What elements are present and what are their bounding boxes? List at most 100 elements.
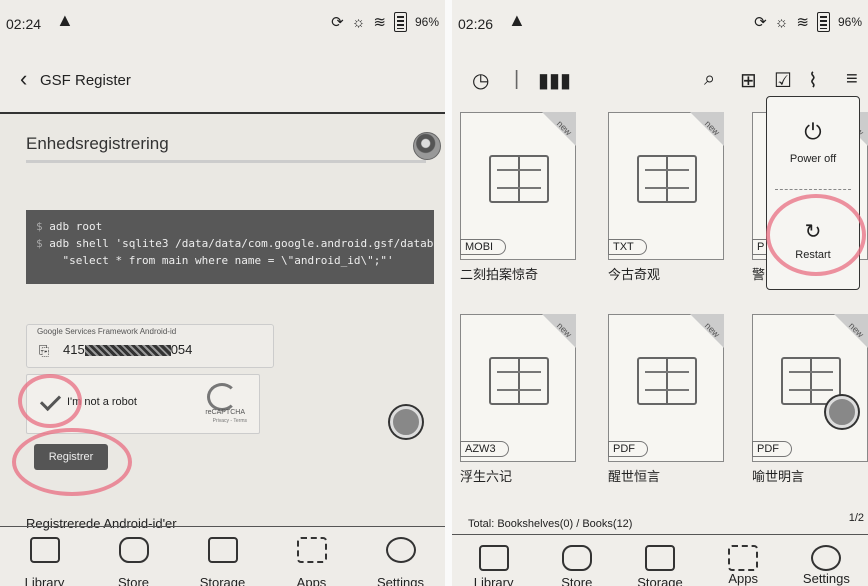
bulb-icon: ☼ — [774, 13, 789, 31]
book-card[interactable]: new MOBI 二刻拍案惊奇 — [460, 112, 576, 282]
gsf-id-field[interactable]: Google Services Framework Android-id ⎘ 4… — [26, 324, 274, 368]
left-screen: 02:24 ▲ ⟳ ☼ ≋ 96% ‹ GSF Register Enhedsr… — [0, 0, 445, 586]
recaptcha-brand: reCAPTCHA — [205, 409, 245, 416]
battery-level: 96% — [414, 15, 439, 29]
gsf-id-suffix: 054 — [170, 342, 193, 357]
checkbox-icon[interactable]: ☑ — [774, 68, 792, 93]
format-badge: AZW3 — [460, 441, 509, 457]
annotation-circle — [12, 428, 132, 496]
nav-storage[interactable]: Storage — [178, 527, 267, 586]
page-indicator: 1/2 — [848, 512, 864, 524]
nav-library[interactable]: Library — [0, 527, 89, 586]
book-icon — [637, 357, 697, 405]
wifi-icon: ≋ — [373, 14, 386, 31]
battery-icon — [816, 12, 830, 32]
gear-icon — [811, 545, 842, 571]
store-icon — [561, 545, 592, 571]
apps-icon — [728, 545, 759, 571]
clock: 02:24 — [6, 16, 42, 32]
search-icon[interactable]: ⌕ — [704, 68, 715, 91]
code-line-3: "select * from main where name = \"andro… — [62, 254, 394, 267]
gsf-id-prefix: 415 — [63, 342, 85, 357]
library-icon — [29, 537, 60, 563]
panel-divider — [445, 0, 452, 586]
menu-divider — [775, 189, 851, 190]
bar-chart-icon[interactable]: ▮▮▮ — [538, 68, 571, 93]
bottom-nav: Library Store Storage Apps Settings — [0, 526, 445, 586]
floating-ball-button[interactable] — [826, 396, 858, 428]
format-badge: TXT — [608, 239, 647, 255]
storage-icon — [645, 545, 675, 571]
storage-icon — [207, 537, 238, 563]
gsf-id-label: Google Services Framework Android-id — [37, 327, 177, 336]
book-card[interactable]: new AZW3 浮生六记 — [460, 314, 576, 484]
recaptcha-logo-icon — [207, 383, 237, 411]
stats-icon[interactable]: ⌇ — [808, 68, 818, 93]
battery-level: 96% — [837, 15, 862, 29]
code-block: $ adb root $ adb shell 'sqlite3 /data/da… — [26, 210, 434, 284]
status-bar: 02:24 ▲ ⟳ ☼ ≋ 96% — [0, 0, 445, 48]
page-title: Enhedsregistrering — [26, 134, 169, 153]
bottom-nav: Library Store Storage Apps Settings — [452, 534, 868, 586]
clock: 02:26 — [458, 16, 494, 32]
right-screen: 02:26 ▲ ⟳ ☼ ≋ 96% ◷ | ▮▮▮ ⌕ ⊞ ☑ ⌇ ≡ new M… — [452, 0, 868, 586]
code-line-1: adb root — [49, 220, 103, 233]
power-icon[interactable]: ⏻ — [767, 119, 859, 145]
book-title: 浮生六记 — [460, 469, 513, 484]
format-badge: PDF — [752, 441, 792, 457]
new-badge: new — [555, 118, 575, 138]
nav-settings[interactable]: Settings — [356, 527, 445, 586]
title-bar: ‹ GSF Register — [0, 48, 445, 114]
wifi-icon: ≋ — [796, 14, 809, 31]
book-title: 醒世恒言 — [608, 469, 661, 484]
bulb-icon: ☼ — [351, 13, 366, 31]
warning-icon: ▲ — [508, 10, 526, 30]
book-title: 二刻拍案惊奇 — [460, 267, 539, 282]
power-off-item[interactable]: Power off — [767, 153, 859, 165]
sync-icon: ⟳ — [331, 14, 344, 31]
book-card[interactable]: new PDF 喻世明言 — [752, 314, 868, 484]
sync-icon: ⟳ — [754, 14, 767, 31]
faded-text-line — [26, 160, 426, 163]
book-title: 警 — [752, 267, 766, 282]
redacted-digits — [84, 345, 171, 357]
annotation-circle — [18, 374, 82, 428]
battery-icon — [393, 12, 407, 32]
nav-apps[interactable]: Apps — [267, 527, 356, 586]
book-title: 喻世明言 — [752, 469, 805, 484]
book-icon — [637, 155, 697, 203]
book-icon — [489, 357, 549, 405]
floating-ball-button[interactable] — [390, 406, 422, 438]
library-icon — [478, 545, 509, 571]
new-badge: new — [703, 320, 723, 340]
code-line-2: adb shell 'sqlite3 /data/data/com.google… — [49, 237, 434, 250]
nav-apps[interactable]: Apps — [702, 535, 785, 586]
nav-settings[interactable]: Settings — [785, 535, 868, 586]
copy-icon[interactable]: ⎘ — [39, 343, 49, 359]
apps-icon — [296, 537, 327, 563]
divider: | — [514, 68, 520, 90]
warning-icon: ▲ — [56, 10, 74, 30]
format-badge: PDF — [608, 441, 648, 457]
back-chevron-icon[interactable]: ‹ — [20, 66, 27, 92]
book-card[interactable]: new TXT 今古奇观 — [608, 112, 724, 282]
recaptcha-links[interactable]: Privacy - Terms — [213, 418, 247, 424]
avatar[interactable] — [413, 132, 441, 160]
back-title[interactable]: GSF Register — [40, 72, 131, 89]
nav-storage[interactable]: Storage — [618, 535, 701, 586]
status-bar: 02:26 ▲ ⟳ ☼ ≋ 96% — [452, 0, 868, 48]
store-icon — [118, 537, 149, 563]
book-card[interactable]: new PDF 醒世恒言 — [608, 314, 724, 484]
nav-library[interactable]: Library — [452, 535, 535, 586]
new-badge: new — [555, 320, 575, 340]
book-icon — [489, 155, 549, 203]
annotation-circle — [766, 194, 866, 276]
library-total: Total: Bookshelves(0) / Books(12) — [468, 518, 633, 530]
nav-store[interactable]: Store — [89, 527, 178, 586]
new-badge: new — [703, 118, 723, 138]
recent-clock-icon[interactable]: ◷ — [472, 68, 489, 93]
format-badge: MOBI — [460, 239, 507, 255]
add-icon[interactable]: ⊞ — [740, 68, 757, 93]
menu-icon[interactable]: ≡ — [846, 68, 858, 91]
nav-store[interactable]: Store — [535, 535, 618, 586]
